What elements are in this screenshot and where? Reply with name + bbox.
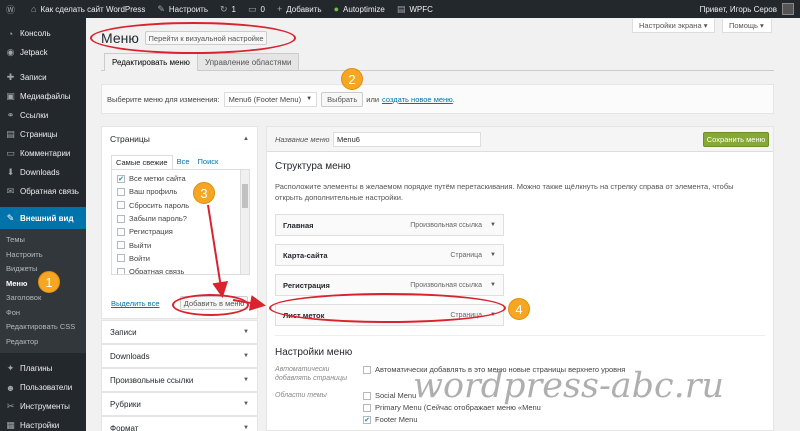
watermark: wordpress-abc.ru — [413, 366, 725, 406]
annotation-badge-4: 4 — [508, 298, 530, 320]
annotation-badge-3: 3 — [193, 182, 215, 204]
annotation-badge-1: 1 — [38, 271, 60, 293]
annotation-badge-2: 2 — [341, 68, 363, 90]
